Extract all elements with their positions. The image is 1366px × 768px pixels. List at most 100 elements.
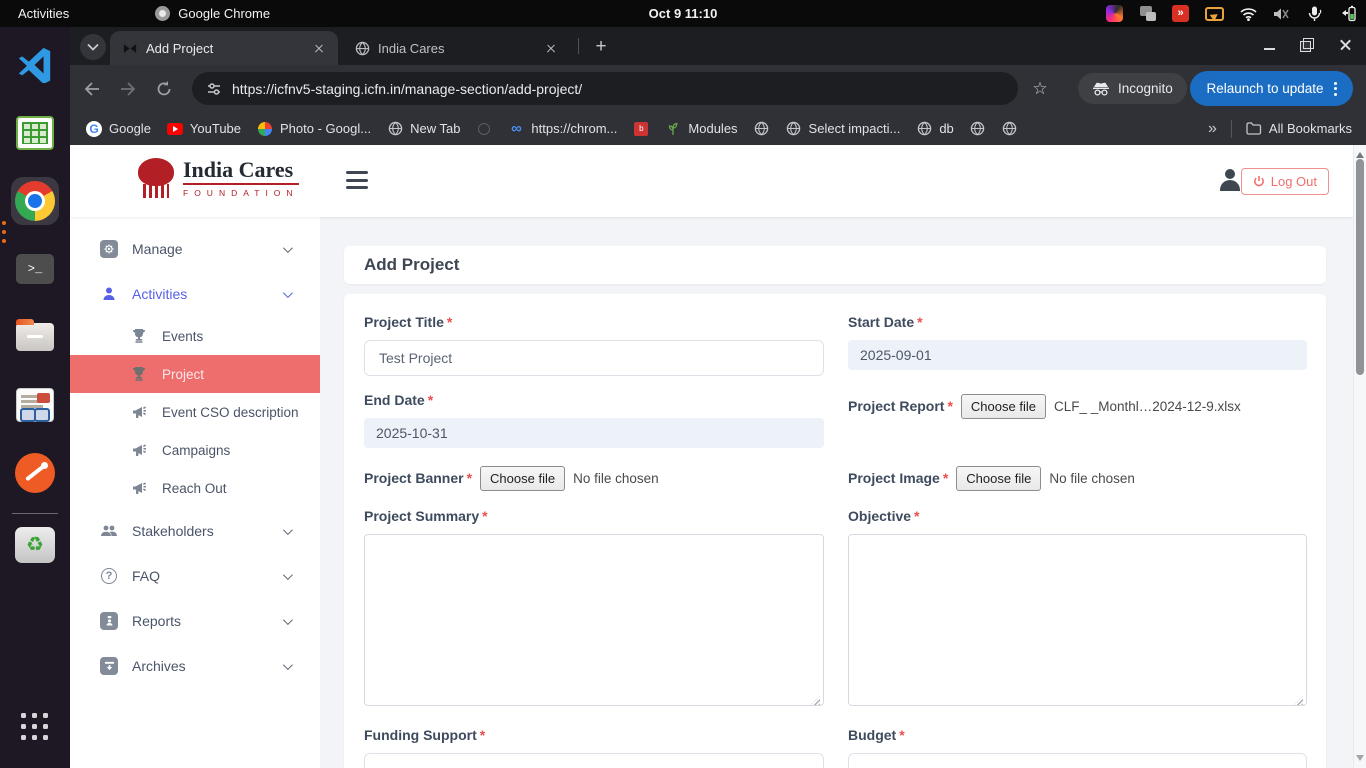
bookmark-youtube[interactable]: YouTube: [167, 121, 241, 137]
terminal-icon[interactable]: >_: [11, 245, 59, 293]
microphone-icon[interactable]: [1306, 5, 1323, 22]
battery-icon[interactable]: [1339, 5, 1356, 22]
system-tray[interactable]: »: [1106, 5, 1356, 22]
project-title-input[interactable]: [364, 340, 824, 376]
restore-button[interactable]: [1294, 32, 1320, 58]
bookmark-select-impact[interactable]: Select impacti...: [786, 121, 901, 137]
bookmark-db[interactable]: db: [916, 121, 953, 137]
chrome-mono-icon: [155, 6, 170, 21]
libreoffice-calc-icon[interactable]: [11, 109, 59, 157]
volume-muted-icon[interactable]: [1273, 5, 1290, 22]
forward-button[interactable]: [114, 75, 142, 103]
tab-close-icon[interactable]: [542, 39, 560, 57]
archive-icon: [100, 657, 118, 675]
page-scrollbar[interactable]: [1353, 145, 1366, 768]
scroll-down-arrow[interactable]: [1356, 755, 1364, 765]
reload-button[interactable]: [150, 75, 178, 103]
sidebar-item-faq[interactable]: ? FAQ: [70, 557, 320, 595]
globe-icon: [387, 121, 403, 137]
bookmark-modules[interactable]: Modules: [665, 121, 737, 137]
postman-icon[interactable]: [11, 449, 59, 497]
bookmark-unnamed[interactable]: [1002, 121, 1018, 137]
system-topbar: Activities Google Chrome Oct 9 11:10 »: [0, 0, 1366, 27]
prism-icon[interactable]: [1106, 5, 1123, 22]
files-icon[interactable]: [11, 313, 59, 361]
sidebar-item-manage[interactable]: Manage: [70, 230, 320, 268]
vscode-icon[interactable]: [11, 40, 59, 88]
sidebar-item-project[interactable]: Project: [70, 355, 320, 393]
bookmark-unnamed[interactable]: [476, 121, 492, 137]
sidebar-item-stakeholders[interactable]: Stakeholders: [70, 512, 320, 550]
ring-icon: [476, 121, 492, 137]
new-tab-button[interactable]: +: [588, 34, 614, 60]
trash-icon[interactable]: ♻: [11, 521, 59, 569]
start-date-input[interactable]: [848, 340, 1307, 370]
tab-search-button[interactable]: [80, 34, 106, 60]
browser-menu-icon[interactable]: [1334, 82, 1337, 96]
tab-add-project[interactable]: Add Project: [110, 31, 338, 65]
chat-icon[interactable]: [1139, 5, 1156, 22]
tab-close-icon[interactable]: [310, 39, 328, 57]
all-bookmarks-button[interactable]: All Bookmarks: [1246, 121, 1352, 137]
clock[interactable]: Oct 9 11:10: [649, 6, 718, 21]
relaunch-to-update-button[interactable]: Relaunch to update: [1190, 71, 1353, 106]
chevron-down-icon: [283, 288, 293, 298]
sidebar-item-reports[interactable]: Reports: [70, 602, 320, 640]
hamburger-menu-icon[interactable]: [346, 171, 368, 189]
bookmark-star-icon[interactable]: ☆: [1026, 75, 1054, 103]
sidebar-item-activities[interactable]: Activities: [70, 275, 320, 313]
bookmarks-overflow-button[interactable]: »: [1208, 120, 1217, 138]
bookmark-chrome-link[interactable]: ∞ https://chrom...: [508, 121, 617, 137]
sidebar-item-events[interactable]: Events: [70, 317, 320, 355]
budget-input[interactable]: [848, 753, 1307, 768]
project-summary-field: Project Summary*: [364, 508, 824, 711]
bookmark-label: db: [939, 121, 953, 136]
bookmark-unnamed[interactable]: [754, 121, 770, 137]
user-avatar-icon[interactable]: [1217, 167, 1243, 193]
sidebar-item-archives[interactable]: Archives: [70, 647, 320, 685]
project-summary-textarea[interactable]: [364, 534, 824, 706]
focused-app-menu[interactable]: Google Chrome: [155, 6, 270, 21]
close-button[interactable]: [1332, 32, 1358, 58]
sidebar-item-event-cso-description[interactable]: Event CSO description: [70, 393, 320, 431]
bookmark-unnamed[interactable]: [970, 121, 986, 137]
bookmark-photos[interactable]: Photo - Googl...: [257, 121, 371, 137]
wifi-icon[interactable]: [1240, 5, 1257, 22]
end-date-input[interactable]: [364, 418, 824, 448]
logout-button[interactable]: Log Out: [1241, 168, 1329, 195]
india-cares-logo[interactable]: India Cares Foundation: [136, 158, 299, 202]
sidebar-item-reach-out[interactable]: Reach Out: [70, 469, 320, 507]
screenshare-icon[interactable]: »: [1172, 5, 1189, 22]
sidebar-item-label: Archives: [132, 658, 186, 674]
scroll-up-arrow[interactable]: [1356, 148, 1364, 158]
document-viewer-icon[interactable]: [11, 381, 59, 429]
bookmark-label: Photo - Googl...: [280, 121, 371, 136]
chrome-icon[interactable]: [11, 177, 59, 225]
url-text[interactable]: https://icfnv5-staging.icfn.in/manage-se…: [232, 81, 582, 97]
activities-button[interactable]: Activities: [18, 6, 69, 21]
cast-icon[interactable]: [1205, 7, 1224, 21]
all-bookmarks-label: All Bookmarks: [1269, 121, 1352, 136]
objective-label: Objective*: [848, 508, 1307, 524]
project-summary-label: Project Summary*: [364, 508, 824, 524]
project-report-choose-file-button[interactable]: Choose file: [961, 394, 1046, 419]
scrollbar-thumb[interactable]: [1356, 159, 1364, 375]
app-grid-icon[interactable]: [11, 703, 59, 751]
globe-icon: [1002, 121, 1018, 137]
site-settings-icon[interactable]: [206, 81, 222, 97]
trophy-icon: [130, 365, 148, 383]
bookmark-new-tab[interactable]: New Tab: [387, 121, 460, 137]
tab-india-cares[interactable]: India Cares: [342, 31, 570, 65]
bookmark-unnamed[interactable]: b: [633, 121, 649, 137]
project-report-field: Project Report* Choose file CLF_ _Monthl…: [848, 392, 1307, 420]
sidebar-item-campaigns[interactable]: Campaigns: [70, 431, 320, 469]
minimize-button[interactable]: [1256, 32, 1282, 58]
objective-textarea[interactable]: [848, 534, 1307, 706]
address-bar[interactable]: https://icfnv5-staging.icfn.in/manage-se…: [192, 72, 1018, 105]
project-banner-choose-file-button[interactable]: Choose file: [480, 466, 565, 491]
sidebar-item-label: Manage: [132, 241, 183, 257]
bookmark-google[interactable]: G Google: [86, 121, 151, 137]
back-button[interactable]: [78, 75, 106, 103]
project-image-choose-file-button[interactable]: Choose file: [956, 466, 1041, 491]
funding-support-input[interactable]: [364, 753, 824, 768]
